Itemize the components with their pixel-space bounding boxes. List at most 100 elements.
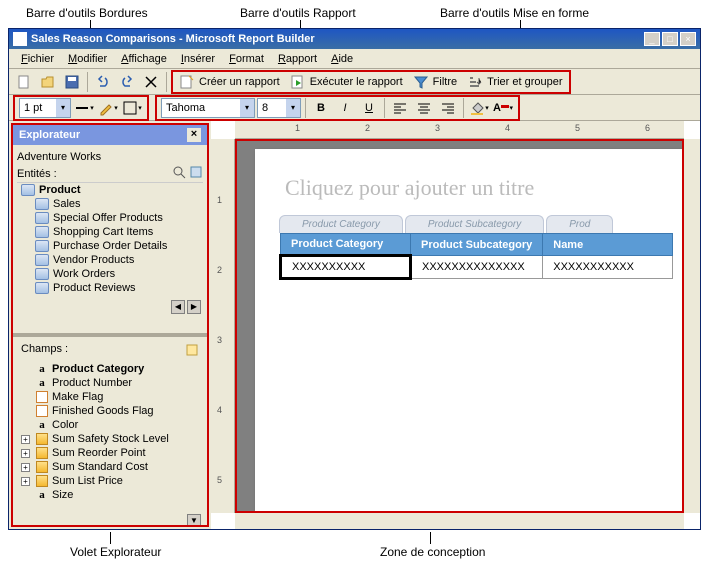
annotation-design-zone: Zone de conception <box>380 545 485 559</box>
undo-button[interactable] <box>92 71 114 93</box>
refresh-icon[interactable] <box>189 170 203 182</box>
group-tab[interactable]: Product Subcategory <box>405 215 544 233</box>
italic-button[interactable]: I <box>334 97 356 119</box>
scroll-right-button[interactable]: ▶ <box>187 300 201 314</box>
underline-button[interactable]: U <box>358 97 380 119</box>
fields-list: aProduct Categorya Product NumberMake Fla… <box>17 362 203 512</box>
size-combo[interactable]: ▾ <box>257 98 301 118</box>
line-width-input[interactable] <box>20 99 56 117</box>
field-item[interactable]: +Sum Standard Cost <box>17 460 203 474</box>
explorer-close-button[interactable]: × <box>187 128 201 142</box>
border-preset-button[interactable]: ▾ <box>121 97 143 119</box>
entity-item[interactable]: Shopping Cart Items <box>17 225 203 239</box>
menu-edit[interactable]: Modifier <box>62 51 113 67</box>
fields-options-icon[interactable] <box>185 343 199 360</box>
font-dd[interactable]: ▾ <box>240 99 254 117</box>
line-style-button[interactable]: ▾ <box>73 97 95 119</box>
entity-item[interactable]: Product Reviews <box>17 281 203 295</box>
menu-insert[interactable]: Insérer <box>175 51 221 67</box>
field-item[interactable]: Finished Goods Flag <box>17 404 203 418</box>
align-left-button[interactable] <box>389 97 411 119</box>
data-cell[interactable]: XXXXXXXXXX <box>281 256 411 279</box>
field-item[interactable]: aColor <box>17 418 203 432</box>
minimize-button[interactable]: _ <box>644 32 660 46</box>
scroll-left-button[interactable]: ◀ <box>171 300 185 314</box>
entity-item[interactable]: Vendor Products <box>17 253 203 267</box>
align-right-icon <box>440 100 456 116</box>
filter-button[interactable]: Filtre <box>409 72 461 92</box>
entity-item[interactable]: Sales <box>17 197 203 211</box>
align-right-button[interactable] <box>437 97 459 119</box>
annotation-format-toolbar: Barre d'outils Mise en forme <box>440 6 589 20</box>
menu-view[interactable]: Affichage <box>115 51 173 67</box>
size-dd[interactable]: ▾ <box>286 99 300 117</box>
entity-icon <box>35 226 49 238</box>
data-table[interactable]: Product CategoryProduct SubcategoryName … <box>279 233 673 280</box>
entity-item[interactable]: Purchase Order Details <box>17 239 203 253</box>
field-item[interactable]: +Sum Safety Stock Level <box>17 432 203 446</box>
open-button[interactable] <box>37 71 59 93</box>
data-cell[interactable]: XXXXXXXXXXXXXX <box>411 256 543 279</box>
fields-scroll-down-button[interactable]: ▼ <box>187 514 201 525</box>
pencil-icon <box>98 100 114 116</box>
group-tab[interactable]: Prod <box>546 215 613 233</box>
save-button[interactable] <box>61 71 83 93</box>
column-header[interactable]: Product Category <box>281 234 411 256</box>
title-placeholder[interactable]: Cliquez pour ajouter un titre <box>275 169 684 215</box>
field-item[interactable]: +Sum Reorder Point <box>17 446 203 460</box>
group-tab[interactable]: Product Category <box>279 215 403 233</box>
field-item[interactable]: +Sum List Price <box>17 474 203 488</box>
expand-button[interactable]: + <box>21 449 30 458</box>
entity-item[interactable]: Product <box>17 183 203 197</box>
entity-icon <box>35 282 49 294</box>
redo-button[interactable] <box>116 71 138 93</box>
horizontal-scrollbar[interactable] <box>235 513 684 529</box>
maximize-button[interactable]: □ <box>662 32 678 46</box>
filter-icon <box>413 74 429 90</box>
delete-button[interactable] <box>140 71 162 93</box>
field-item[interactable]: a Product Number <box>17 376 203 390</box>
entity-item[interactable]: Special Offer Products <box>17 211 203 225</box>
report-page[interactable]: Cliquez pour ajouter un titre Product Ca… <box>255 149 684 513</box>
text-field-icon: a <box>36 377 48 389</box>
menu-file[interactable]: Fichier <box>15 51 60 67</box>
sum-field-icon <box>36 447 48 459</box>
sort-group-button[interactable]: Trier et grouper <box>463 72 566 92</box>
design-area[interactable]: Cliquez pour ajouter un titre Product Ca… <box>235 139 684 513</box>
field-label: Product Category <box>52 363 144 375</box>
size-input[interactable] <box>258 99 286 117</box>
entity-item[interactable]: Work Orders <box>17 267 203 281</box>
menu-help[interactable]: Aide <box>325 51 359 67</box>
menu-report[interactable]: Rapport <box>272 51 323 67</box>
bold-button[interactable]: B <box>310 97 332 119</box>
data-cell[interactable]: XXXXXXXXXXX <box>543 256 673 279</box>
fill-color-button[interactable]: ▾ <box>468 97 490 119</box>
line-width-dd[interactable]: ▾ <box>56 99 70 117</box>
font-input[interactable] <box>162 99 240 117</box>
field-item[interactable]: aProduct Category <box>17 362 203 376</box>
field-item[interactable]: Make Flag <box>17 390 203 404</box>
font-combo[interactable]: ▾ <box>161 98 255 118</box>
vertical-scrollbar[interactable] <box>684 139 700 513</box>
run-report-button[interactable]: Exécuter le rapport <box>286 72 407 92</box>
close-button[interactable]: × <box>680 32 696 46</box>
column-header[interactable]: Name <box>543 234 673 256</box>
line-color-button[interactable]: ▾ <box>97 97 119 119</box>
field-item[interactable]: aSize <box>17 488 203 502</box>
font-color-button[interactable]: A▾ <box>492 97 514 119</box>
search-icon[interactable] <box>172 165 186 179</box>
expand-button[interactable]: + <box>21 477 30 486</box>
group-tabs: Product CategoryProduct SubcategoryProd <box>279 215 684 233</box>
menu-format[interactable]: Format <box>223 51 270 67</box>
field-label: Product Number <box>52 377 132 389</box>
new-button[interactable] <box>13 71 35 93</box>
align-center-button[interactable] <box>413 97 435 119</box>
create-report-label: Créer un rapport <box>199 76 280 88</box>
line-width-combo[interactable]: ▾ <box>19 98 71 118</box>
create-report-button[interactable]: Créer un rapport <box>175 72 284 92</box>
column-header[interactable]: Product Subcategory <box>411 234 543 256</box>
entity-icon <box>21 184 35 196</box>
expand-button[interactable]: + <box>21 463 30 472</box>
expand-button[interactable]: + <box>21 435 30 444</box>
entity-icon <box>35 198 49 210</box>
